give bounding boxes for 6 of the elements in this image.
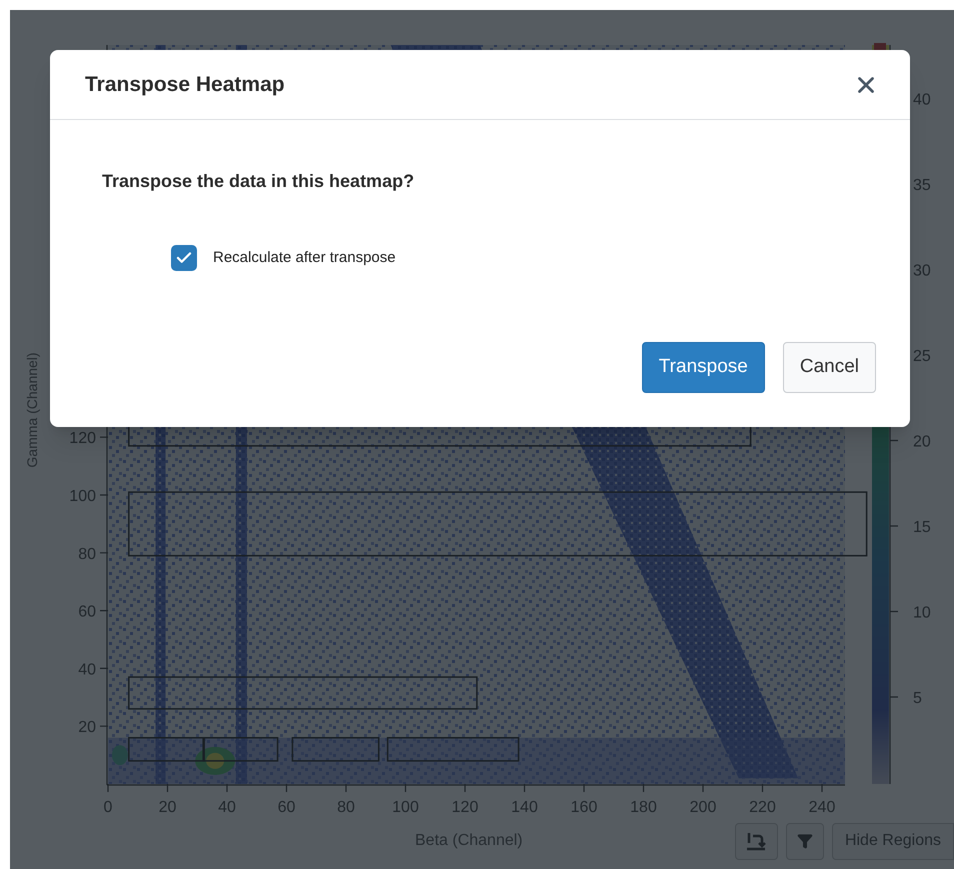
checkbox-label: Recalculate after transpose [213, 248, 396, 268]
dialog-question: Transpose the data in this heatmap? [102, 170, 416, 193]
dialog-title: Transpose Heatmap [85, 72, 285, 98]
cancel-button[interactable]: Cancel [782, 342, 876, 393]
transpose-button[interactable]: Transpose [642, 342, 765, 393]
checkbox[interactable] [171, 245, 197, 271]
